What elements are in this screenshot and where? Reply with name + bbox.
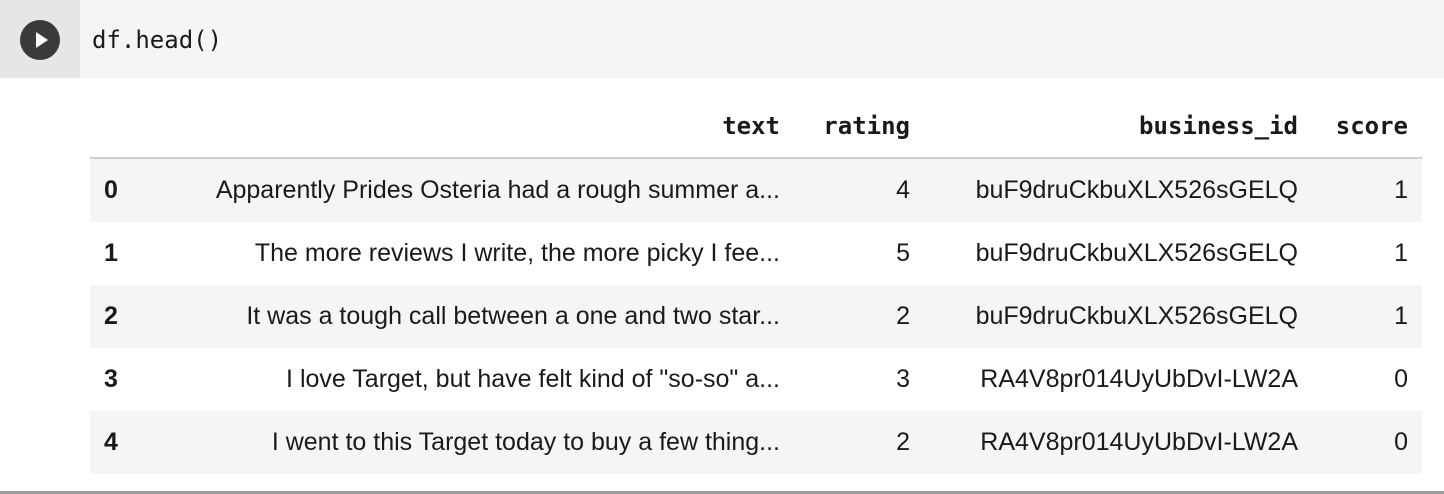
notebook-cell: df.head() text rating business_id score …	[0, 0, 1444, 494]
dataframe-table: text rating business_id score 0 Apparent…	[90, 94, 1422, 474]
cell-rating: 2	[896, 428, 910, 456]
cell-rating: 3	[896, 365, 910, 393]
cell-score: 1	[1394, 302, 1408, 330]
index-header	[90, 94, 134, 159]
column-header-score: score	[1312, 94, 1422, 159]
cell-score: 0	[1394, 428, 1408, 456]
cell-business-id: buF9druCkbuXLX526sGELQ	[975, 302, 1298, 330]
row-index: 0	[104, 176, 118, 204]
table-row: 1 The more reviews I write, the more pic…	[90, 222, 1422, 285]
cell-rating: 2	[896, 302, 910, 330]
table-header-row: text rating business_id score	[90, 94, 1422, 159]
row-index: 4	[104, 428, 118, 456]
table-row: 0 Apparently Prides Osteria had a rough …	[90, 158, 1422, 222]
cell-business-id: RA4V8pr014UyUbDvI-LW2A	[980, 365, 1298, 393]
code-editor[interactable]: df.head()	[92, 25, 222, 55]
row-index: 1	[104, 239, 118, 267]
cell-text: It was a tough call between a one and tw…	[246, 302, 780, 330]
cell-text: Apparently Prides Osteria had a rough su…	[215, 176, 780, 204]
cell-score: 1	[1394, 176, 1408, 204]
cell-business-id: buF9druCkbuXLX526sGELQ	[975, 239, 1298, 267]
run-cell-button[interactable]	[20, 20, 60, 60]
column-header-rating: rating	[794, 94, 924, 159]
row-index: 2	[104, 302, 118, 330]
cell-gutter	[0, 0, 80, 78]
cell-rating: 5	[896, 239, 910, 267]
cell-output: text rating business_id score 0 Apparent…	[90, 94, 1422, 474]
play-icon	[36, 32, 48, 48]
table-row: 2 It was a tough call between a one and …	[90, 285, 1422, 348]
column-header-text: text	[134, 94, 794, 159]
row-index: 3	[104, 365, 118, 393]
cell-text: I love Target, but have felt kind of "so…	[286, 365, 780, 393]
cell-business-id: RA4V8pr014UyUbDvI-LW2A	[980, 428, 1298, 456]
cell-input-area[interactable]: df.head()	[0, 0, 1444, 78]
cell-text: I went to this Target today to buy a few…	[271, 428, 780, 456]
table-row: 4 I went to this Target today to buy a f…	[90, 411, 1422, 474]
table-row: 3 I love Target, but have felt kind of "…	[90, 348, 1422, 411]
cell-score: 1	[1394, 239, 1408, 267]
cell-text: The more reviews I write, the more picky…	[254, 239, 780, 267]
cell-rating: 4	[896, 176, 910, 204]
column-header-business-id: business_id	[924, 94, 1312, 159]
cell-score: 0	[1394, 365, 1408, 393]
cell-business-id: buF9druCkbuXLX526sGELQ	[975, 176, 1298, 204]
